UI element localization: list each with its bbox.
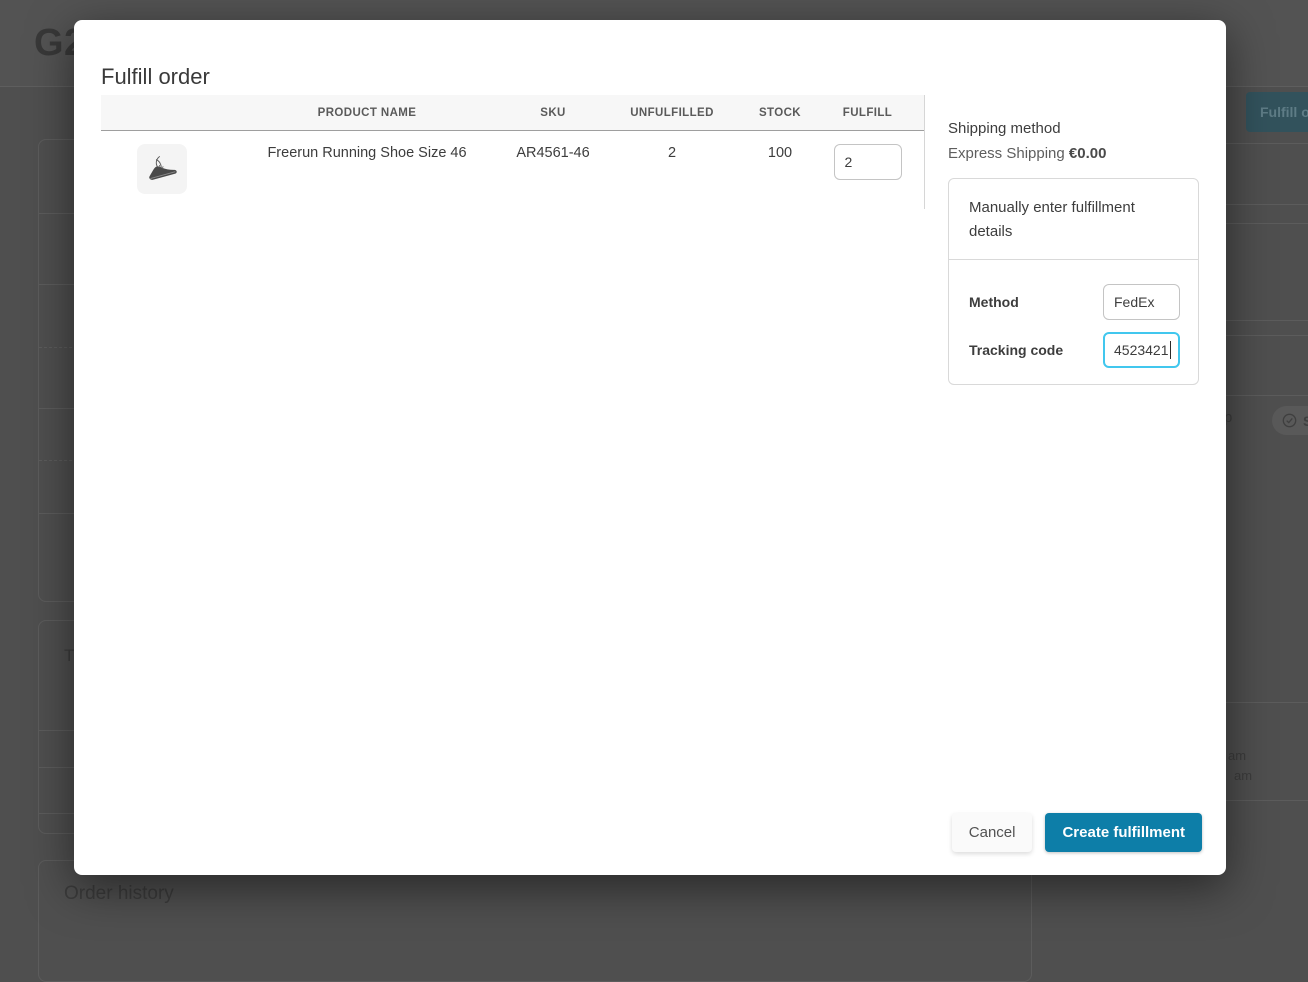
product-name-cell: Freerun Running Shoe Size 46 [267,145,467,161]
shipping-method-price: €0.00 [1068,145,1107,162]
table-header-row: PRODUCT NAME SKU UNFULFILLED STOCK FULFI… [101,95,924,131]
tracking-code-field-row: Tracking code 4523421 [969,332,1180,368]
manual-fulfillment-fields: Method Tracking code 4523421 [949,260,1198,384]
product-thumbnail-cell [101,131,223,194]
method-label: Method [969,294,1019,310]
tracking-code-value: 4523421 [1114,342,1169,358]
event-timestamp: am [1234,768,1253,783]
table-row: Freerun Running Shoe Size 46 AR4561-46 2… [101,131,924,209]
order-history-card [38,860,1032,982]
method-field-row: Method [969,284,1180,320]
check-circle-icon [1282,413,1297,428]
tracking-code-input[interactable]: 4523421 [1103,332,1180,368]
text-cursor [1169,341,1172,359]
column-header-fulfill: FULFILL [842,106,893,119]
stock-quantity-cell: 100 [767,145,793,161]
fulfill-quantity-cell [811,131,924,180]
status-badge-label: Se [1303,412,1308,429]
sneaker-icon [149,155,177,180]
manual-fulfillment-box: Manually enter fulfillment details Metho… [948,178,1199,385]
card-divider [1226,143,1308,144]
column-header-stock: STOCK [758,106,802,119]
card-divider [1226,702,1308,703]
fulfill-order-modal: Fulfill order PRODUCT NAME SKU UNFULFILL… [74,20,1226,875]
event-timestamp: am [1228,748,1247,763]
order-history-heading: Order history [64,883,174,904]
shipping-method-value: Express Shipping €0.00 [948,145,1199,162]
shipping-method-heading: Shipping method [948,120,1061,137]
modal-footer: Cancel Create fulfillment [951,813,1202,852]
create-fulfillment-button[interactable]: Create fulfillment [1045,813,1202,852]
fulfill-products-table: PRODUCT NAME SKU UNFULFILLED STOCK FULFI… [101,95,925,209]
card-divider [1226,320,1308,321]
tracking-code-label: Tracking code [969,342,1064,358]
card-divider [1226,204,1308,205]
modal-title: Fulfill order [101,64,210,89]
card-divider [1226,223,1308,224]
method-input[interactable] [1103,284,1180,320]
fulfill-order-background-button[interactable]: Fulfill o [1246,92,1308,132]
fulfill-quantity-input[interactable] [833,144,902,180]
status-badge: Se [1272,406,1308,435]
payment-card-heading: T [64,646,75,665]
shipping-panel: Shipping method Express Shipping €0.00 M… [948,120,1199,385]
column-header-sku: SKU [540,106,566,119]
product-thumbnail [137,144,187,194]
column-header-unfulfilled: UNFULFILLED [630,106,714,119]
card-divider [1226,800,1308,801]
shipping-method-name: Express Shipping [948,145,1069,162]
unfulfilled-quantity-cell: 2 [667,145,677,161]
cancel-button[interactable]: Cancel [951,813,1033,852]
card-divider [1226,395,1308,396]
card-divider [1226,335,1308,336]
manual-fulfillment-title: Manually enter fulfillment details [949,179,1198,260]
sku-cell: AR4561-46 [516,145,590,161]
column-header-product-name: PRODUCT NAME [317,106,417,119]
